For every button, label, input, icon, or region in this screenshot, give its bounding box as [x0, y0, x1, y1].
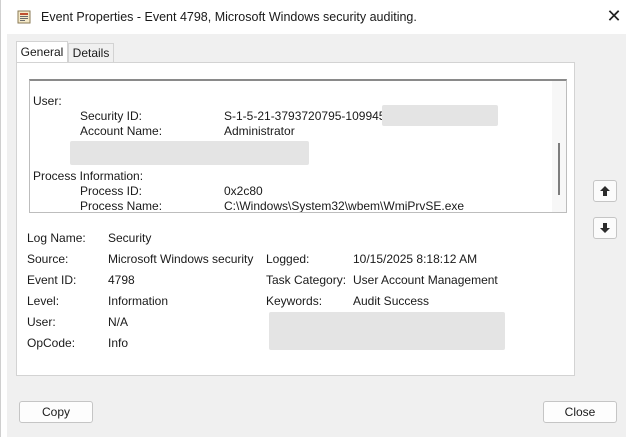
close-icon[interactable]: ✕ — [605, 7, 623, 25]
arrow-down-icon — [600, 223, 610, 233]
title-bar[interactable]: Event Properties - Event 4798, Microsoft… — [7, 0, 626, 34]
security-id-label: Security ID: — [80, 109, 143, 123]
arrow-up-icon — [600, 186, 610, 196]
level-label: Level: — [27, 294, 60, 308]
close-button[interactable]: Close — [543, 401, 617, 423]
tab-general[interactable]: General — [16, 41, 68, 64]
process-name-label: Process Name: — [80, 199, 163, 213]
event-id-label: Event ID: — [27, 273, 77, 287]
redacted-region — [382, 105, 498, 126]
keywords-value: Audit Success — [353, 294, 430, 308]
general-panel: User: Security ID: S-1-5-21-3793720795-1… — [16, 62, 575, 376]
background-window-edge — [1, 0, 7, 437]
account-name-value: Administrator — [224, 124, 295, 138]
redacted-region — [269, 312, 505, 350]
event-properties-window: Event Properties - Event 4798, Microsoft… — [0, 0, 626, 437]
event-id-value: 4798 — [108, 273, 135, 287]
log-name-value: Security — [108, 231, 152, 245]
description-scrollbar[interactable] — [552, 81, 566, 212]
account-name-label: Account Name: — [80, 124, 163, 138]
process-id-value: 0x2c80 — [224, 184, 263, 198]
process-id-label: Process ID: — [80, 184, 143, 198]
security-id-value: S-1-5-21-3793720795-1099453 — [224, 109, 393, 123]
previous-event-button[interactable] — [593, 180, 617, 202]
process-name-value: C:\Windows\System32\wbem\WmiPrvSE.exe — [224, 199, 465, 213]
logged-label: Logged: — [266, 252, 310, 266]
logged-value: 10/15/2025 8:18:12 AM — [353, 252, 478, 266]
keywords-label: Keywords: — [266, 294, 323, 308]
window-title: Event Properties - Event 4798, Microsoft… — [41, 10, 417, 24]
log-name-label: Log Name: — [27, 231, 86, 245]
opcode-value: Info — [108, 336, 129, 350]
next-event-button[interactable] — [593, 217, 617, 239]
task-category-value: User Account Management — [353, 273, 498, 287]
process-section-header: Process Information: — [33, 169, 144, 183]
copy-button[interactable]: Copy — [19, 401, 93, 423]
source-value: Microsoft Windows security — [108, 252, 254, 266]
event-description[interactable]: User: Security ID: S-1-5-21-3793720795-1… — [29, 79, 567, 213]
source-label: Source: — [27, 252, 69, 266]
redacted-region — [70, 141, 309, 165]
user-section-header: User: — [33, 94, 62, 108]
tab-details[interactable]: Details — [68, 43, 114, 63]
task-category-label: Task Category: — [266, 273, 347, 287]
opcode-label: OpCode: — [27, 336, 76, 350]
scrollbar-thumb[interactable] — [558, 143, 560, 195]
user-label: User: — [27, 315, 56, 329]
event-viewer-icon — [17, 10, 31, 24]
level-value: Information — [108, 294, 169, 308]
user-value: N/A — [108, 315, 129, 329]
